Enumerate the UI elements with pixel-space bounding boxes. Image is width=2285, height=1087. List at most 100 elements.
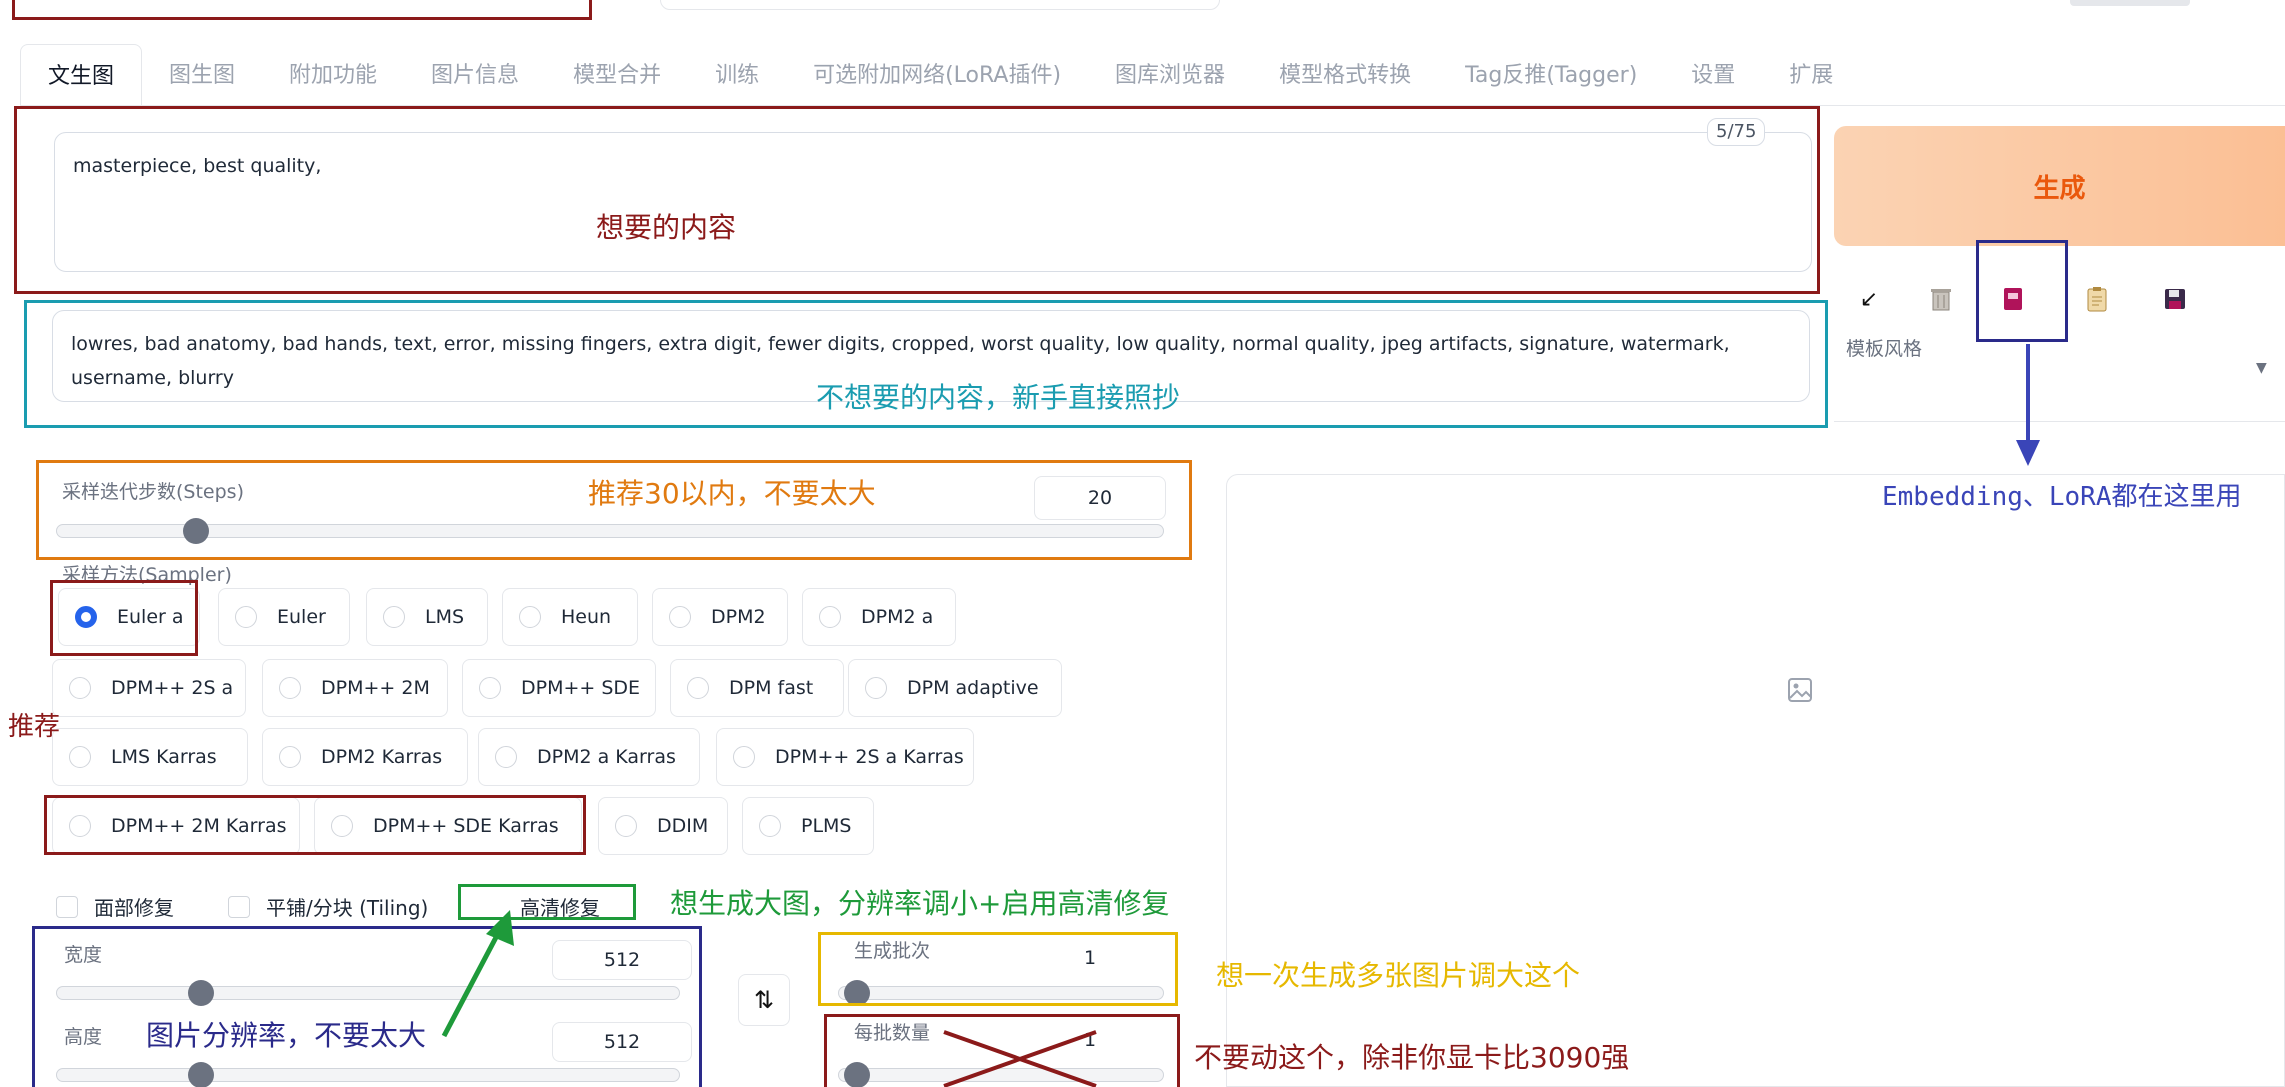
tab-settings[interactable]: 设置: [1664, 44, 1762, 107]
swap-icon: ⇅: [753, 986, 775, 1014]
radio: [759, 815, 781, 837]
sampler-label-text: PLMS: [801, 815, 852, 837]
sampler-label-text: DPM2 a: [861, 606, 934, 628]
batch-count-annotation-box: [818, 932, 1178, 1006]
radio: [615, 815, 637, 837]
sampler-label-text: DPM2 Karras: [321, 746, 443, 768]
top-input-field[interactable]: [660, 0, 1220, 10]
clipboard-icon: [2087, 287, 2107, 312]
radio: [279, 677, 301, 699]
sampler-dpm-fast[interactable]: DPM fast: [670, 659, 844, 717]
radio: [687, 677, 709, 699]
sampler-dpm2-a-karras[interactable]: DPM2 a Karras: [478, 728, 700, 786]
tab-additional-networks[interactable]: 可选附加网络(LoRA插件): [786, 44, 1088, 107]
tab-image-browser[interactable]: 图库浏览器: [1088, 44, 1252, 107]
radio: [865, 677, 887, 699]
sampler-label-text: DDIM: [657, 815, 709, 837]
sampler-heun[interactable]: Heun: [502, 588, 638, 646]
sampler-dpm2-a[interactable]: DPM2 a: [802, 588, 956, 646]
batch-size-annotation: 不要动这个，除非你显卡比3090强: [1194, 1041, 1630, 1074]
image-placeholder-icon: [1788, 678, 1812, 702]
radio: [519, 606, 541, 628]
radio: [819, 606, 841, 628]
radio: [235, 606, 257, 628]
batch-count-annotation: 想一次生成多张图片调大这个: [1216, 959, 1581, 992]
positive-prompt-annotation: 想要的内容: [596, 211, 737, 244]
sampler-label-text: DPM++ 2S a Karras: [775, 746, 964, 768]
tiling-checkbox[interactable]: 平铺/分块 (Tiling): [228, 892, 428, 921]
tab-model-converter[interactable]: 模型格式转换: [1252, 44, 1438, 107]
resolution-annotation-box: [32, 926, 702, 1087]
read-params-button[interactable]: ↙: [1842, 272, 1896, 326]
tab-bar: 文生图 图生图 附加功能 图片信息 模型合并 训练 可选附加网络(LoRA插件)…: [20, 44, 1860, 107]
sampler-label-text: DPM++ 2S a: [111, 677, 234, 699]
sampler-label-text: Euler: [277, 606, 326, 628]
sampler-dpm-adaptive[interactable]: DPM adaptive: [848, 659, 1062, 717]
save-style-button[interactable]: [2148, 272, 2202, 326]
top-right-controls[interactable]: [2070, 0, 2190, 6]
checkbox: [228, 895, 250, 918]
arrow-diagonal-icon: ↙: [1859, 286, 1879, 312]
clear-prompt-button[interactable]: [1914, 272, 1968, 326]
tab-train[interactable]: 训练: [688, 44, 786, 107]
radio: [669, 606, 691, 628]
recommend-annotation: 推荐: [8, 712, 61, 742]
face-restore-checkbox[interactable]: 面部修复: [56, 892, 174, 921]
radio: [279, 746, 301, 768]
radio: [69, 746, 91, 768]
top-annotation-box: [12, 0, 592, 20]
sampler-plms[interactable]: PLMS: [742, 797, 874, 855]
hires-annotation: 想生成大图，分辨率调小+启用高清修复: [670, 887, 1170, 920]
style-template-label: 模板风格: [1846, 338, 1923, 360]
sampler-dpmpp-2m[interactable]: DPM++ 2M: [262, 659, 448, 717]
sampler-dpm2[interactable]: DPM2: [652, 588, 788, 646]
tab-tagger[interactable]: Tag反推(Tagger): [1438, 44, 1664, 107]
positive-prompt-annotation-box: [14, 106, 1820, 294]
cross-out-mark: [943, 1030, 1097, 1087]
extra-networks-annotation-box: [1976, 240, 2068, 342]
sampler-dpmpp-sde[interactable]: DPM++ SDE: [462, 659, 656, 717]
sampler-lms[interactable]: LMS: [366, 588, 488, 646]
output-image-panel: [1226, 474, 2285, 1087]
apply-style-button[interactable]: [2070, 272, 2124, 326]
trash-icon: [1931, 289, 1951, 311]
sampler-lms-karras[interactable]: LMS Karras: [52, 728, 248, 786]
sampler-label-text: DPM++ SDE: [521, 677, 641, 699]
sampler-label-text: Heun: [561, 606, 612, 628]
tab-png-info[interactable]: 图片信息: [404, 44, 546, 107]
save-icon: [2165, 289, 2185, 309]
generate-button[interactable]: 生成: [1834, 126, 2285, 246]
radio: [495, 746, 517, 768]
green-arrow-annotation: [441, 910, 514, 1038]
down-arrow-annotation: [2016, 344, 2040, 466]
resolution-annotation: 图片分辨率，不要太大: [146, 1019, 427, 1052]
tab-extras[interactable]: 附加功能: [262, 44, 404, 107]
checkbox: [56, 895, 78, 918]
tab-img2img[interactable]: 图生图: [142, 44, 262, 107]
face-restore-label: 面部修复: [94, 896, 174, 920]
webui-screen: 文生图 图生图 附加功能 图片信息 模型合并 训练 可选附加网络(LoRA插件)…: [0, 0, 2285, 1087]
tab-txt2img[interactable]: 文生图: [20, 44, 143, 107]
sampler-label-text: LMS: [425, 606, 465, 628]
sampler-label-text: DPM2 a Karras: [537, 746, 676, 768]
steps-annotation: 推荐30以内，不要太大: [588, 477, 876, 510]
radio: [733, 746, 755, 768]
radio: [69, 677, 91, 699]
sampler-label-text: DPM fast: [729, 677, 814, 699]
swap-dimensions-button[interactable]: ⇅: [738, 974, 790, 1026]
sampler-label-text: DPM2: [711, 606, 766, 628]
tiling-label: 平铺/分块 (Tiling): [266, 896, 429, 920]
tab-checkpoint-merger[interactable]: 模型合并: [546, 44, 688, 107]
euler-a-annotation-box: [50, 580, 198, 656]
sampler-dpmpp-2s-a-karras[interactable]: DPM++ 2S a Karras: [716, 728, 974, 786]
sampler-dpmpp-2s-a[interactable]: DPM++ 2S a: [52, 659, 246, 717]
radio: [383, 606, 405, 628]
karras-annotation-box: [44, 795, 586, 855]
tab-extensions[interactable]: 扩展: [1762, 44, 1860, 107]
sampler-label-text: LMS Karras: [111, 746, 217, 768]
sampler-dpm2-karras[interactable]: DPM2 Karras: [262, 728, 468, 786]
sampler-label-text: DPM adaptive: [907, 677, 1039, 699]
sampler-ddim[interactable]: DDIM: [598, 797, 728, 855]
radio: [479, 677, 501, 699]
sampler-euler[interactable]: Euler: [218, 588, 350, 646]
